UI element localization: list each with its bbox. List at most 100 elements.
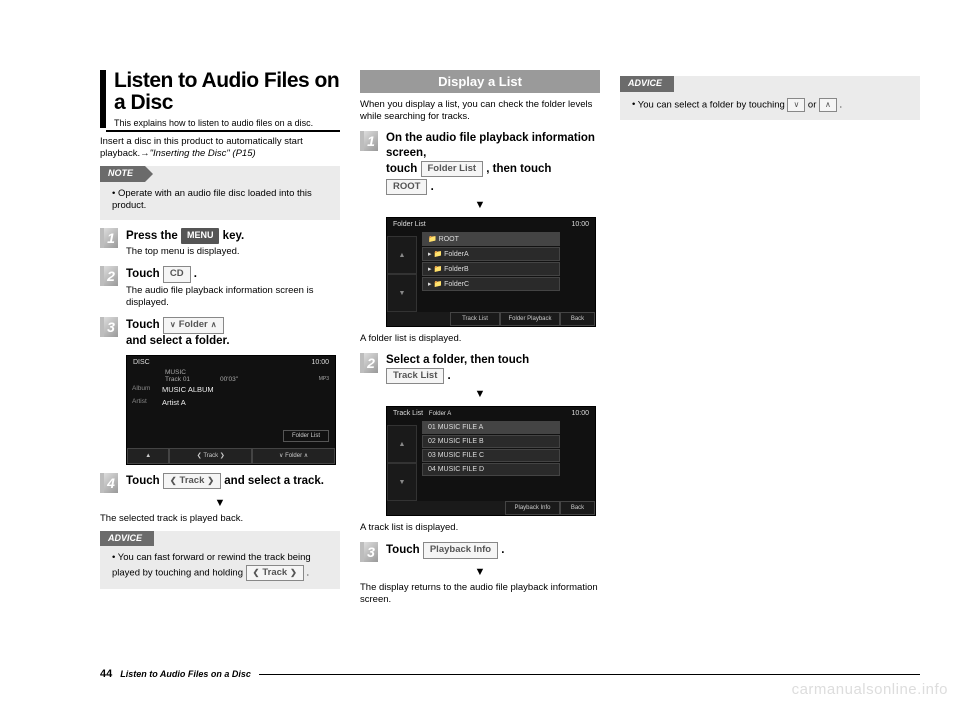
folder-nav-button: ∨Folder∧	[163, 317, 224, 333]
column-2: Display a List When you display a list, …	[360, 70, 600, 612]
step2-text-b: .	[191, 269, 197, 281]
c2-step-number-3: 3	[360, 542, 378, 562]
chevron-right-icon: ❯	[290, 568, 297, 578]
advice1-b: .	[304, 567, 309, 578]
c2s3-a: Touch	[386, 545, 423, 557]
sc2-row: ▸ 📁 FolderA	[422, 247, 560, 261]
sc1-artist-label: Artist	[127, 396, 162, 409]
c2s2-a: Select a folder, then touch	[386, 354, 529, 366]
col2-intro: When you display a list, you can check t…	[360, 99, 600, 123]
c2-result: The display returns to the audio file pl…	[360, 582, 600, 606]
step2-sub: The audio file playback information scre…	[126, 285, 340, 310]
sc1-artist-val: Artist A	[162, 396, 186, 409]
sc2-r3: FolderC	[444, 281, 469, 288]
folder-btn-label: Folder	[179, 319, 208, 331]
sc2-r0: ROOT	[439, 236, 459, 243]
sc2-tab-folderplay: Folder Playback	[500, 312, 560, 326]
step1-sub: The top menu is displayed.	[126, 246, 340, 258]
chevron-right-icon: ❯	[207, 476, 214, 486]
sc1-clock: 10:00	[311, 359, 329, 366]
sc3-up-icon: ▲	[387, 425, 417, 463]
sc2-r2: FolderB	[444, 266, 469, 273]
sc3-down-icon: ▼	[387, 463, 417, 501]
step4-result: The selected track is played back.	[100, 513, 340, 525]
c2-caption1: A folder list is displayed.	[360, 333, 600, 345]
footer-rule	[259, 674, 920, 675]
c2s2-b: .	[444, 370, 450, 382]
step-number-2: 2	[100, 266, 118, 286]
sc3-r3: 03 MUSIC FILE C	[422, 449, 560, 462]
step3-line2: and select a folder.	[126, 334, 340, 349]
chevron-left-icon: ❮	[170, 476, 177, 486]
c2-step-3: 3 Touch Playback Info .	[360, 542, 600, 562]
step4-text-a: Touch	[126, 475, 163, 487]
playback-screen: DISC 10:00 MUSIC Track 0100'03"MP3 Album…	[126, 355, 336, 465]
step3-text-a: Touch	[126, 320, 163, 332]
c2s1-a: touch	[386, 163, 421, 175]
sc2-r1: FolderA	[444, 251, 469, 258]
flow-arrow-icon: ▼	[360, 199, 600, 211]
sc1-music: MUSIC	[165, 369, 329, 376]
step-3: 3 Touch ∨Folder∧ and select a folder.	[100, 317, 340, 348]
advice-box-2: ADVICE You can select a folder by touchi…	[620, 76, 920, 120]
step-2: 2 Touch CD . The audio file playback inf…	[100, 266, 340, 309]
chevron-left-icon: ❮	[253, 568, 260, 578]
flow-arrow-icon: ▼	[360, 388, 600, 400]
column-1: Listen to Audio Files on a Disc This exp…	[100, 70, 340, 612]
sc1-foot-up: ▲	[127, 448, 169, 464]
track-nav-button: ❮Track❯	[163, 473, 221, 489]
c2-step-1: 1 On the audio file playback information…	[360, 131, 600, 196]
sc2-row: ▸ 📁 FolderB	[422, 262, 560, 276]
advice-label-2: ADVICE	[620, 76, 674, 92]
page-number: 44	[100, 668, 112, 680]
sc3-r2: 02 MUSIC FILE B	[422, 435, 560, 448]
sc1-album-val: MUSIC ALBUM	[162, 383, 214, 396]
sc2-clock: 10:00	[571, 221, 589, 228]
sc2-row: ▸ 📁 FolderC	[422, 277, 560, 291]
sc2-down-icon: ▼	[387, 274, 417, 312]
sc2-tab-tracklist: Track List	[450, 312, 500, 326]
sc1-time: 00'03"	[220, 376, 238, 383]
sc2-up-icon: ▲	[387, 236, 417, 274]
sc2-tab-back: Back	[560, 312, 595, 326]
step1-text-b: key.	[219, 230, 244, 242]
playback-info-button: Playback Info	[423, 542, 498, 558]
c2-step-number-2: 2	[360, 353, 378, 373]
sc1-album-label: Album	[127, 383, 162, 396]
advice-label-1: ADVICE	[100, 531, 154, 547]
sc3-r4: 04 MUSIC FILE D	[422, 463, 560, 476]
c2-step-2: 2 Select a folder, then touch Track List…	[360, 353, 600, 384]
column-3: ADVICE You can select a folder by touchi…	[620, 70, 920, 612]
down-icon-button: ∨	[787, 98, 805, 112]
title-block: Listen to Audio Files on a Disc This exp…	[100, 70, 340, 128]
note-item: Operate with an audio file disc loaded i…	[112, 188, 332, 213]
c2s1-c: .	[427, 181, 433, 193]
sc1-track: Track 01	[165, 376, 190, 383]
track-btn-label: Track	[180, 475, 205, 487]
sc3-tab-back: Back	[560, 501, 595, 515]
page-title: Listen to Audio Files on a Disc	[114, 70, 340, 114]
sc1-folderlist-btn: Folder List	[283, 430, 329, 442]
c2-step-number-1: 1	[360, 131, 378, 151]
advice2-b: or	[805, 99, 819, 110]
sc3-clock: 10:00	[571, 410, 589, 417]
step-number-4: 4	[100, 473, 118, 493]
advice1-item: You can fast forward or rewind the track…	[112, 552, 332, 581]
section-heading: Display a List	[360, 70, 600, 93]
step2-text-a: Touch	[126, 269, 163, 281]
footer-title: Listen to Audio Files on a Disc	[120, 669, 251, 679]
folder-list-screen: Folder List10:00 ▲▼ 📁 ROOT ▸ 📁 FolderA ▸…	[386, 217, 596, 327]
sc2-row-root: 📁 ROOT	[422, 232, 560, 246]
step-number-3: 3	[100, 317, 118, 337]
step-number-1: 1	[100, 228, 118, 248]
cd-button: CD	[163, 266, 191, 282]
step1-text-a: Press the	[126, 230, 181, 242]
track-list-button: Track List	[386, 368, 444, 384]
advice1-btn-label: Track	[262, 567, 287, 579]
sc1-foot-folder: ∨ Folder ∧	[252, 448, 335, 464]
sc1-fmt: MP3	[319, 376, 329, 383]
sc3-r1: 01 MUSIC FILE A	[422, 421, 560, 434]
note-label: NOTE	[100, 166, 145, 182]
c2s3-b: .	[498, 545, 504, 557]
advice2-c: .	[837, 99, 842, 110]
